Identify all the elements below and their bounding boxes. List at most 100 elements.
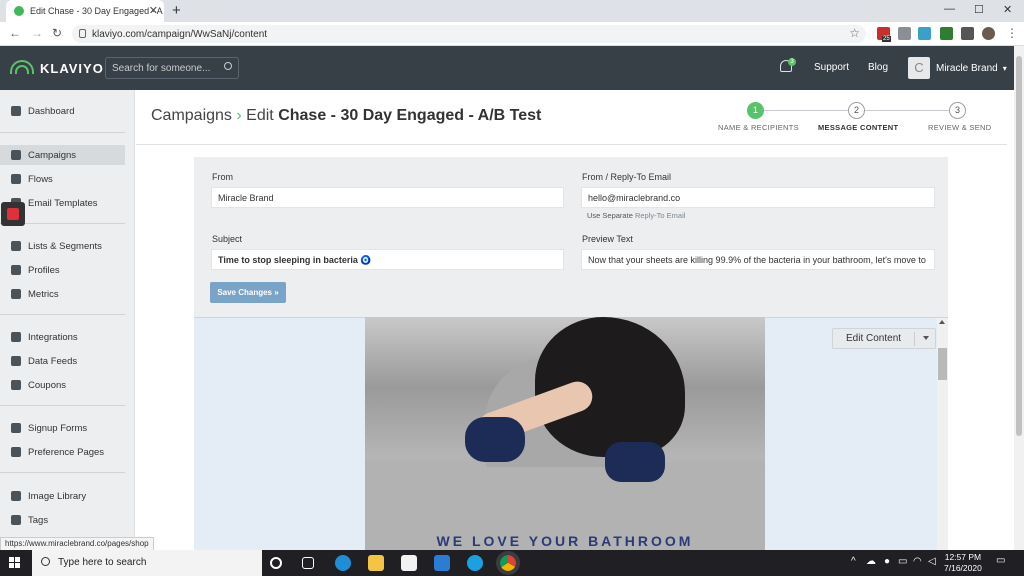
search-icon — [41, 557, 50, 566]
step-3-indicator[interactable]: 3 — [949, 102, 966, 119]
profile-avatar-icon[interactable] — [982, 27, 995, 40]
step-connector — [764, 110, 848, 111]
step-1-indicator[interactable]: 1 — [747, 102, 764, 119]
bookmark-star-icon[interactable]: ☆ — [849, 26, 860, 40]
sidebar-item-campaigns[interactable]: Campaigns — [0, 145, 125, 165]
taskbar-search-placeholder: Type here to search — [58, 557, 147, 568]
tab-close-icon[interactable]: ✕ — [149, 4, 158, 17]
reply-to-email-field[interactable]: hello@miraclebrand.co — [581, 187, 935, 208]
store-icon[interactable] — [401, 555, 417, 571]
new-tab-button[interactable]: + — [172, 2, 181, 19]
edit-content-button[interactable]: Edit Content — [832, 328, 936, 349]
task-view-icon[interactable] — [302, 557, 314, 569]
extension-icon[interactable] — [940, 27, 953, 40]
preview-text-field[interactable]: Now that your sheets are killing 99.9% o… — [581, 249, 935, 270]
system-clock[interactable]: 12:57 PM 7/16/2020 — [944, 552, 982, 574]
volume-icon[interactable]: ◁ — [928, 556, 936, 567]
step-connector — [865, 110, 949, 111]
notifications-icon[interactable]: ▭ — [996, 555, 1005, 566]
page-scroll-thumb[interactable] — [1016, 56, 1022, 436]
rss-icon — [11, 356, 21, 366]
sidebar-item-integrations[interactable]: Integrations — [0, 327, 125, 347]
account-menu[interactable]: C Miracle Brand ▾ — [908, 57, 1007, 79]
windows-start-icon[interactable] — [9, 557, 21, 569]
maximize-window-button[interactable]: ☐ — [974, 3, 984, 16]
sidebar-item-label: Data Feeds — [28, 355, 78, 367]
browser-menu-icon[interactable]: ⋮ — [1006, 26, 1018, 40]
url-field[interactable]: klaviyo.com/campaign/WwSaNj/content ☆ — [72, 25, 866, 43]
users-icon — [11, 241, 21, 251]
forward-arrow-icon[interactable]: → — [31, 26, 43, 40]
sidebar-item-signup-forms[interactable]: Signup Forms — [0, 418, 125, 438]
top-navigation: KLAVIYO Search for someone... 3 Support … — [0, 46, 1014, 90]
klaviyo-logo[interactable]: KLAVIYO — [10, 58, 104, 78]
url-text: klaviyo.com/campaign/WwSaNj/content — [92, 28, 268, 40]
puzzle-extensions-icon[interactable] — [961, 27, 974, 40]
scroll-up-icon[interactable] — [939, 320, 945, 324]
taskbar-search-input[interactable]: Type here to search — [32, 550, 262, 576]
windows-taskbar: Type here to search ^ ☁ ● ▭ ◠ ◁ 12:57 PM… — [0, 550, 1024, 576]
sidebar-item-label: Metrics — [28, 288, 59, 300]
extension-icon[interactable] — [918, 27, 931, 40]
sidebar-item-tags[interactable]: Tags — [0, 510, 125, 530]
sidebar-item-data-feeds[interactable]: Data Feeds — [0, 351, 125, 371]
wifi-icon[interactable]: ◠ — [913, 556, 922, 567]
sidebar-item-label: Tags — [28, 514, 49, 526]
user-icon — [11, 265, 21, 275]
dollar-icon — [11, 380, 21, 390]
reload-icon[interactable]: ↻ — [52, 26, 62, 40]
separate-reply-to-link[interactable]: Reply-To Email — [635, 211, 685, 220]
home-icon — [11, 106, 21, 116]
close-window-button[interactable]: ✕ — [1003, 3, 1012, 16]
sidebar-item-dashboard[interactable]: Dashboard — [0, 101, 125, 121]
chevron-down-icon[interactable] — [923, 336, 929, 340]
preview-scroll-thumb[interactable] — [938, 348, 947, 380]
edge-icon[interactable] — [335, 555, 351, 571]
step-2-label[interactable]: MESSAGE CONTENT — [818, 123, 898, 132]
address-bar-row: ← → ↻ klaviyo.com/campaign/WwSaNj/conten… — [0, 22, 1024, 46]
blog-link[interactable]: Blog — [868, 62, 888, 73]
extension-badge-count: 25 — [882, 36, 891, 42]
campaign-settings-form — [194, 157, 948, 317]
from-name-field[interactable]: Miracle Brand — [211, 187, 564, 208]
sidebar: Dashboard Campaigns Flows Email Template… — [0, 90, 135, 550]
mail-icon[interactable] — [434, 555, 450, 571]
sidebar-item-coupons[interactable]: Coupons — [0, 375, 125, 395]
safari-icon[interactable] — [467, 555, 483, 571]
sidebar-item-profiles[interactable]: Profiles — [0, 260, 125, 280]
subject-label: Subject — [212, 234, 243, 244]
back-arrow-icon[interactable]: ← — [9, 26, 21, 40]
show-hidden-icons-icon[interactable]: ^ — [851, 556, 856, 567]
step-2-indicator[interactable]: 2 — [848, 102, 865, 119]
save-changes-button[interactable]: Save Changes » — [210, 282, 286, 303]
sidebar-item-label: Email Templates — [28, 197, 98, 209]
battery-icon[interactable]: ▭ — [898, 556, 907, 567]
sidebar-item-flows[interactable]: Flows — [0, 169, 125, 189]
page-scrollbar[interactable] — [1014, 46, 1024, 550]
sidebar-item-lists-segments[interactable]: Lists & Segments — [0, 236, 125, 256]
cortana-icon[interactable] — [270, 557, 282, 569]
overlay-stop-icon[interactable] — [1, 202, 25, 226]
klaviyo-favicon-icon — [14, 6, 24, 16]
sidebar-item-image-library[interactable]: Image Library — [0, 486, 125, 506]
file-explorer-icon[interactable] — [368, 555, 384, 571]
microphone-icon[interactable]: ● — [884, 556, 890, 567]
sidebar-item-label: Coupons — [28, 379, 67, 391]
breadcrumb-separator-icon: › — [236, 107, 242, 124]
onedrive-icon[interactable]: ☁ — [866, 556, 876, 567]
step-3-label[interactable]: REVIEW & SEND — [928, 123, 992, 132]
clock-date: 7/16/2020 — [944, 563, 982, 573]
chrome-icon[interactable] — [496, 551, 520, 575]
minimize-window-button[interactable]: — — [944, 3, 955, 15]
sidebar-divider — [0, 314, 125, 315]
preview-scrollbar[interactable] — [937, 318, 948, 550]
support-link[interactable]: Support — [814, 62, 849, 73]
browser-tab[interactable]: Edit Chase - 30 Day Engaged - A ✕ — [6, 0, 164, 22]
step-1-label[interactable]: NAME & RECIPIENTS — [718, 123, 799, 132]
search-input[interactable]: Search for someone... — [105, 57, 239, 79]
subject-field[interactable]: Time to stop sleeping in bacteria 🧿 — [211, 249, 564, 270]
sidebar-item-preference-pages[interactable]: Preference Pages — [0, 442, 125, 462]
extension-icon[interactable] — [898, 27, 911, 40]
breadcrumb-campaigns[interactable]: Campaigns — [151, 107, 232, 124]
sidebar-item-metrics[interactable]: Metrics — [0, 284, 125, 304]
